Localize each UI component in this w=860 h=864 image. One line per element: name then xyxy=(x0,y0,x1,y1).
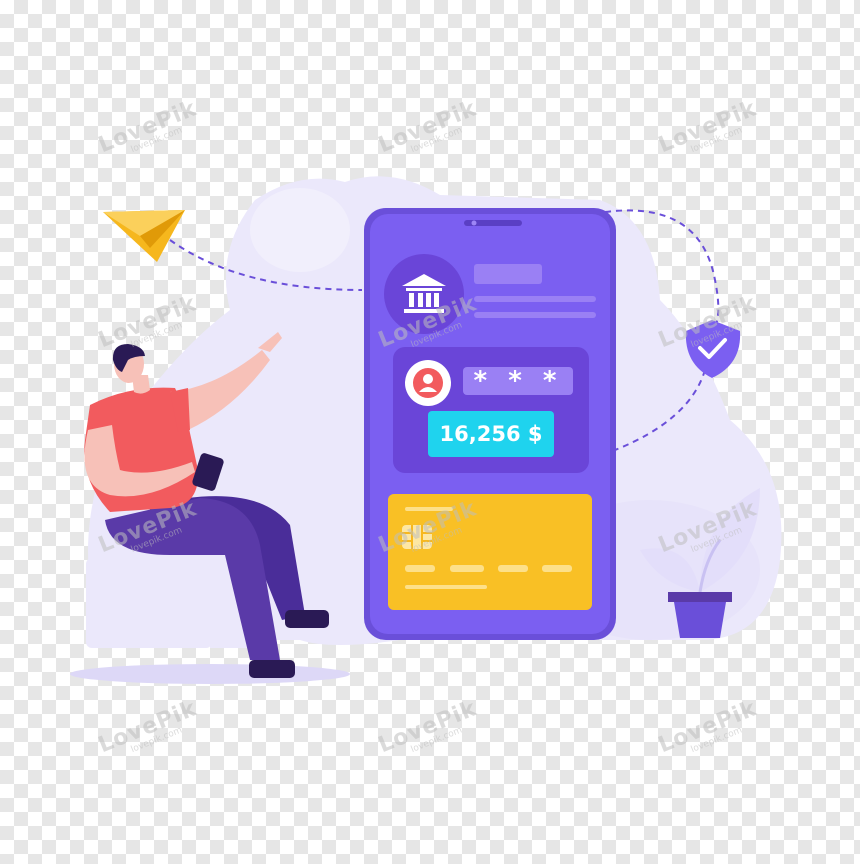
ground-shadow xyxy=(70,664,350,684)
bank-icon xyxy=(402,274,446,313)
user-avatar xyxy=(405,360,451,406)
bank-badge xyxy=(384,254,464,334)
card-chip-icon xyxy=(402,525,432,549)
balance-display: 16,256 $ xyxy=(428,411,554,457)
pin-field[interactable]: * * * xyxy=(463,367,573,395)
paper-plane-icon xyxy=(103,210,185,262)
illustration-scene: * * * 16,256 $ LovePik lovepik.com LovePi… xyxy=(0,0,860,860)
user-icon xyxy=(413,368,443,398)
